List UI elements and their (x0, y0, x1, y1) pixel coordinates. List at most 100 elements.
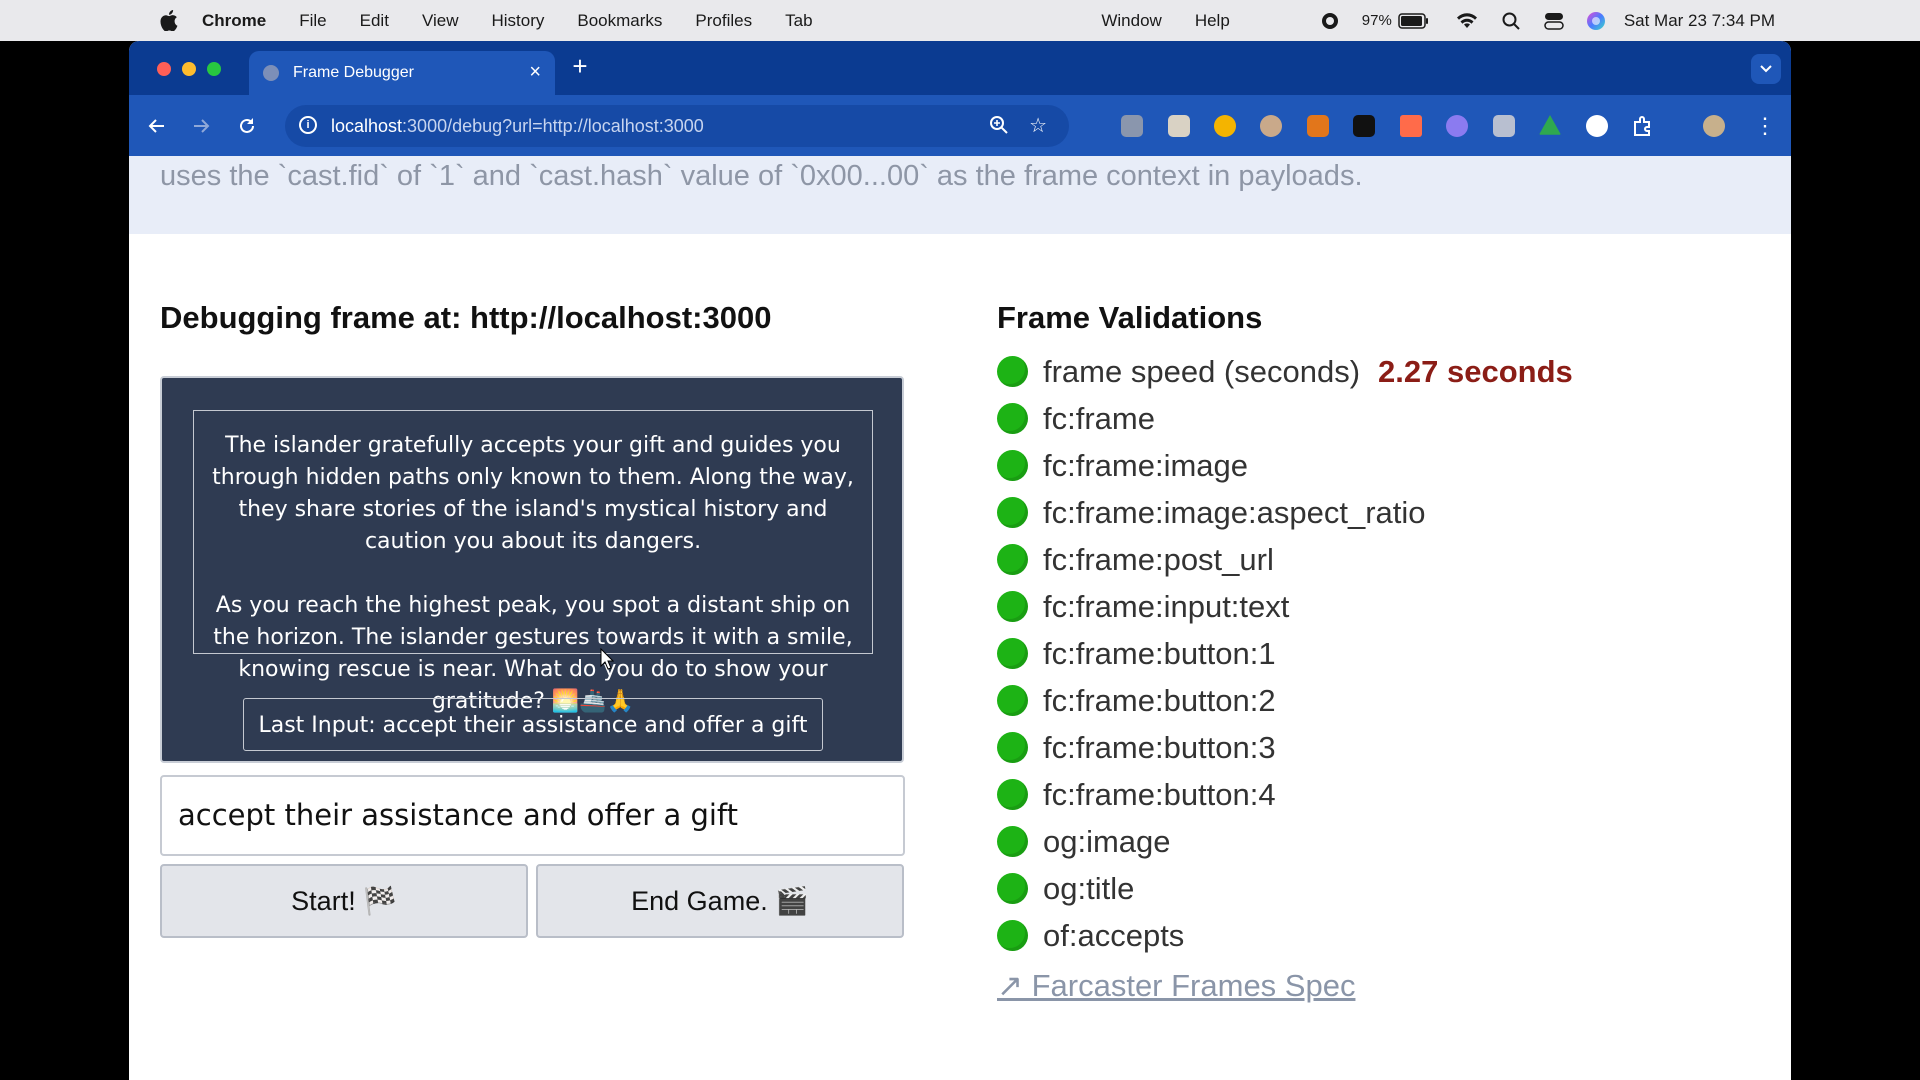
validation-label: of:accepts (1043, 917, 1185, 953)
bookmark-star-icon[interactable]: ☆ (1029, 113, 1047, 138)
address-bar[interactable]: i localhost:3000/debug?url=http://localh… (285, 105, 1069, 147)
status-ok-icon (997, 826, 1028, 857)
tab-title: Frame Debugger (293, 64, 414, 81)
tab-search-chevron-icon[interactable] (1751, 54, 1781, 84)
end-game-button[interactable]: End Game. 🎬 (536, 864, 904, 938)
status-ok-icon (997, 732, 1028, 763)
menu-help[interactable]: Help (1195, 11, 1230, 31)
status-ok-icon (997, 873, 1028, 904)
validation-label: fc:frame:button:4 (1043, 776, 1276, 812)
banner-text: uses the `cast.fid` of `1` and `cast.has… (160, 160, 1363, 192)
status-ok-icon (997, 779, 1028, 810)
validation-label: og:image (1043, 823, 1171, 859)
tab-frame-debugger[interactable]: Frame Debugger × (249, 51, 555, 95)
edge-like-icon[interactable] (1214, 115, 1236, 137)
forward-arrow-icon[interactable] (187, 112, 215, 140)
frame-text-input[interactable]: accept their assistance and offer a gift (160, 775, 905, 856)
menu-app-name[interactable]: Chrome (202, 11, 266, 31)
validation-row: of:accepts (997, 912, 1573, 959)
validation-label: fc:frame:input:text (1043, 588, 1290, 624)
macos-menu-bar: Chrome File Edit View History Bookmarks … (0, 0, 1920, 41)
status-ok-icon (997, 403, 1028, 434)
back-arrow-icon[interactable] (143, 112, 171, 140)
battery-percent: 97% (1361, 12, 1392, 29)
close-window-button[interactable] (157, 62, 171, 76)
spotlight-search-icon[interactable] (1502, 12, 1520, 30)
status-ok-icon (997, 591, 1028, 622)
validation-row: fc:frame:input:text (997, 583, 1573, 630)
url-text[interactable]: localhost:3000/debug?url=http://localhos… (331, 116, 704, 137)
last-input-box: Last Input: accept their assistance and … (243, 698, 823, 751)
cloud-icon[interactable] (1446, 115, 1468, 137)
s-icon[interactable] (1586, 115, 1608, 137)
control-center-icon[interactable] (1544, 12, 1564, 30)
puzzle-icon[interactable] (1632, 115, 1654, 137)
validation-label: fc:frame:button:3 (1043, 729, 1276, 765)
menu-tab[interactable]: Tab (785, 11, 812, 31)
site-info-icon[interactable]: i (299, 116, 317, 134)
mouse-cursor-icon (600, 647, 615, 675)
more-menu-icon[interactable]: ⋮ (1754, 115, 1776, 137)
validation-row: fc:frame:post_url (997, 536, 1573, 583)
validation-label: fc:frame:image (1043, 447, 1249, 483)
status-ok-icon (997, 638, 1028, 669)
notes-icon[interactable] (1168, 115, 1190, 137)
debug-heading: Debugging frame at: http://localhost:300… (160, 300, 772, 335)
apple-icon[interactable] (158, 10, 180, 32)
farcaster-spec-link[interactable]: ↗ Farcaster Frames Spec (997, 968, 1355, 1004)
zoom-icon[interactable] (989, 115, 1009, 140)
menu-bookmarks[interactable]: Bookmarks (577, 11, 662, 31)
menu-edit[interactable]: Edit (360, 11, 389, 31)
validation-row: fc:frame:image (997, 442, 1573, 489)
start-button[interactable]: Start! 🏁 (160, 864, 528, 938)
frame-story-text: The islander gratefully accepts your gif… (208, 430, 858, 718)
window-controls (157, 62, 221, 76)
validation-row: fc:frame:button:2 (997, 677, 1573, 724)
wifi-icon[interactable] (1456, 12, 1478, 30)
dark-app-icon[interactable] (1353, 115, 1375, 137)
validations-list: frame speed (seconds) 2.27 seconds fc:fr… (997, 348, 1573, 959)
siri-icon[interactable] (1586, 11, 1606, 31)
minimize-window-button[interactable] (182, 62, 196, 76)
validation-label: fc:frame:image:aspect_ratio (1043, 494, 1426, 530)
pencil-icon[interactable] (1400, 115, 1422, 137)
speed-value: 2.27 seconds (1378, 353, 1573, 389)
zoom-window-button[interactable] (207, 62, 221, 76)
status-ok-icon (997, 920, 1028, 951)
url-host: localhost (331, 116, 403, 136)
url-path: :3000/debug?url=http://localhost:3000 (402, 116, 704, 136)
validation-label: og:title (1043, 870, 1135, 906)
validation-row: fc:frame:button:3 (997, 724, 1573, 771)
validation-label: fc:frame:button:2 (1043, 682, 1276, 718)
validation-row: fc:frame:image:aspect_ratio (997, 489, 1573, 536)
validation-row: og:image (997, 818, 1573, 865)
status-ok-icon (997, 450, 1028, 481)
drive-icon[interactable] (1539, 115, 1561, 135)
speed-label: frame speed (seconds) (1043, 353, 1361, 389)
reload-icon[interactable] (233, 112, 261, 140)
menu-file[interactable]: File (299, 11, 326, 31)
status-ok-icon (997, 497, 1028, 528)
menu-clock[interactable]: Sat Mar 23 7:34 PM (1624, 11, 1775, 31)
profile-avatar[interactable] (1703, 115, 1725, 137)
globe-icon (263, 65, 279, 81)
new-tab-button[interactable]: + (565, 51, 595, 81)
tab-strip: Frame Debugger × + (129, 41, 1791, 95)
validation-label: fc:frame:button:1 (1043, 635, 1276, 671)
battery-icon[interactable] (1398, 12, 1430, 29)
story-paragraph-1: The islander gratefully accepts your gif… (212, 433, 854, 554)
ublock-icon[interactable] (1121, 115, 1143, 137)
validation-row-speed: frame speed (seconds) 2.27 seconds (997, 348, 1573, 395)
record-icon[interactable] (1320, 11, 1340, 31)
validation-label: fc:frame (1043, 400, 1155, 436)
ext-h-icon[interactable] (1493, 115, 1515, 137)
metamask-icon[interactable] (1307, 115, 1329, 137)
menu-profiles[interactable]: Profiles (695, 11, 752, 31)
validation-label: fc:frame:post_url (1043, 541, 1274, 577)
menu-view[interactable]: View (422, 11, 459, 31)
info-banner: uses the `cast.fid` of `1` and `cast.has… (129, 156, 1791, 234)
menu-history[interactable]: History (491, 11, 544, 31)
eyes-icon[interactable] (1260, 115, 1282, 137)
menu-window[interactable]: Window (1101, 11, 1161, 31)
tab-close-icon[interactable]: × (529, 61, 541, 84)
